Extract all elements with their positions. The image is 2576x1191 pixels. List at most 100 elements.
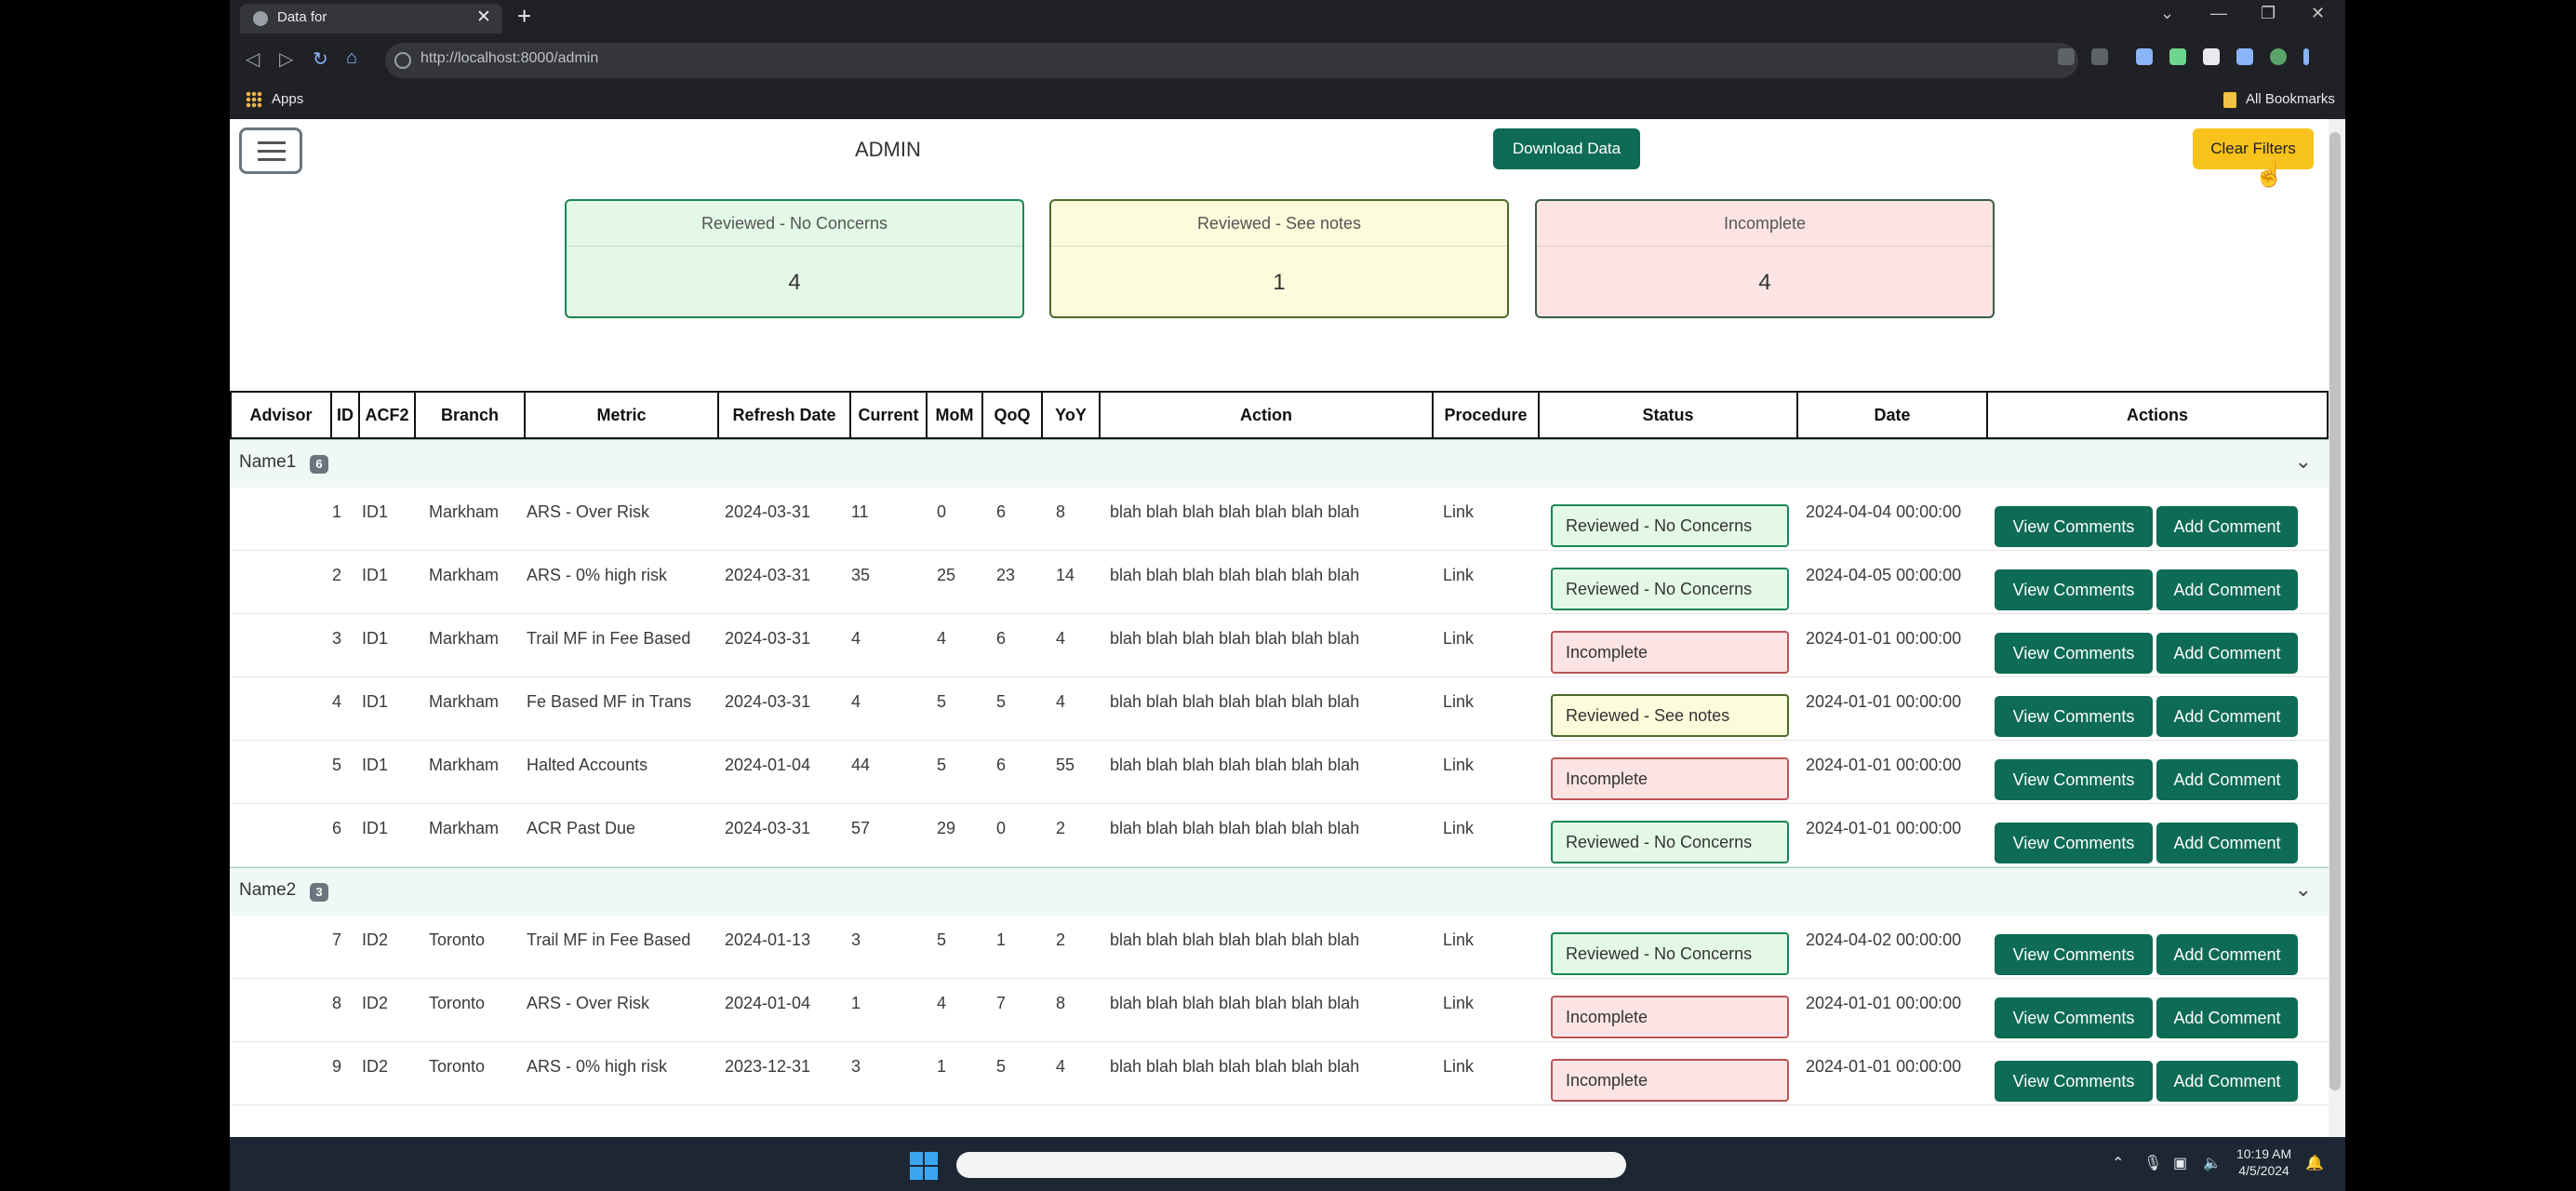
column-header[interactable]: Status <box>1538 391 1798 439</box>
cell-current: 3 <box>851 930 861 949</box>
minimize-icon[interactable]: — <box>2210 4 2227 23</box>
extension-icon[interactable] <box>2136 48 2153 65</box>
cell-procedure[interactable]: Link <box>1443 930 1474 950</box>
column-header[interactable]: ACF2 <box>358 391 416 439</box>
windows-start-icon[interactable] <box>910 1152 938 1180</box>
view-comments-button[interactable]: View Comments <box>1995 633 2153 674</box>
status-select[interactable]: Reviewed - No Concerns <box>1551 504 1789 547</box>
column-header[interactable]: Metric <box>524 391 719 439</box>
view-comments-button[interactable]: View Comments <box>1995 823 2153 863</box>
chevron-down-icon[interactable]: ⌄ <box>2295 877 2312 902</box>
cell-procedure[interactable]: Link <box>1443 629 1474 649</box>
taskbar-clock[interactable]: 10:19 AM 4/5/2024 <box>2236 1145 2291 1179</box>
microphone-icon[interactable]: 🎙 <box>2143 1154 2162 1172</box>
volume-icon[interactable]: 🔈 <box>2203 1154 2222 1172</box>
download-data-button[interactable]: Download Data <box>1493 128 1640 169</box>
cell-metric: Halted Accounts <box>527 756 648 774</box>
group-header[interactable]: Name1 6 ⌄ <box>230 439 2329 488</box>
tray-chevron-icon[interactable]: ⌃ <box>2112 1154 2124 1172</box>
column-header[interactable]: Procedure <box>1432 391 1540 439</box>
column-header[interactable]: Date <box>1796 391 1988 439</box>
cell-procedure[interactable]: Link <box>1443 692 1474 712</box>
download-icon[interactable] <box>2203 48 2220 65</box>
cell-procedure[interactable]: Link <box>1443 756 1474 775</box>
apps-bookmark[interactable]: Apps <box>272 91 303 107</box>
add-comment-button[interactable]: Add Comment <box>2156 997 2298 1038</box>
view-comments-button[interactable]: View Comments <box>1995 1061 2153 1102</box>
apps-grid-icon[interactable] <box>246 91 262 108</box>
close-window-icon[interactable]: ✕ <box>2311 4 2325 23</box>
status-select[interactable]: Incomplete <box>1551 757 1789 800</box>
column-header[interactable]: Refresh Date <box>717 391 851 439</box>
browser-tab[interactable]: Data for ✕ <box>240 4 502 33</box>
back-icon[interactable]: ◁ <box>246 47 260 71</box>
status-select[interactable]: Incomplete <box>1551 996 1789 1038</box>
column-header[interactable]: Action <box>1099 391 1434 439</box>
cell-procedure[interactable]: Link <box>1443 1057 1474 1077</box>
column-header[interactable]: MoM <box>926 391 983 439</box>
view-comments-button[interactable]: View Comments <box>1995 934 2153 975</box>
column-header[interactable]: Actions <box>1986 391 2329 439</box>
sidepanel-icon[interactable] <box>2236 48 2253 65</box>
add-comment-button[interactable]: Add Comment <box>2156 633 2298 674</box>
chevron-down-icon[interactable]: ⌄ <box>2295 449 2312 474</box>
status-select[interactable]: Reviewed - No Concerns <box>1551 821 1789 863</box>
column-header[interactable]: Branch <box>414 391 526 439</box>
add-comment-button[interactable]: Add Comment <box>2156 696 2298 737</box>
add-comment-button[interactable]: Add Comment <box>2156 569 2298 610</box>
network-icon[interactable]: ▣ <box>2173 1154 2187 1172</box>
scrollbar-thumb[interactable] <box>2329 132 2341 1091</box>
column-header[interactable]: Advisor <box>230 391 332 439</box>
view-comments-button[interactable]: View Comments <box>1995 506 2153 547</box>
view-comments-button[interactable]: View Comments <box>1995 997 2153 1038</box>
clear-filters-button[interactable]: Clear Filters <box>2193 128 2314 169</box>
menu-kebab-icon[interactable] <box>2303 48 2309 65</box>
new-tab-icon[interactable]: + <box>517 2 531 31</box>
forward-icon[interactable]: ▷ <box>279 47 293 71</box>
home-icon[interactable]: ⌂ <box>346 47 357 69</box>
cell-procedure[interactable]: Link <box>1443 566 1474 585</box>
cell-procedure[interactable]: Link <box>1443 502 1474 522</box>
restore-icon[interactable]: ❐ <box>2261 4 2276 23</box>
view-comments-button[interactable]: View Comments <box>1995 696 2153 737</box>
cell-procedure[interactable]: Link <box>1443 819 1474 838</box>
notification-bell-icon[interactable]: 🔔 <box>2305 1154 2324 1172</box>
add-comment-button[interactable]: Add Comment <box>2156 759 2298 800</box>
add-comment-button[interactable]: Add Comment <box>2156 823 2298 863</box>
tab-search-icon[interactable]: ⌄ <box>2160 4 2174 23</box>
close-tab-icon[interactable]: ✕ <box>476 7 491 28</box>
bookmark-star-icon[interactable] <box>2091 48 2108 65</box>
column-header[interactable]: Current <box>849 391 928 439</box>
add-comment-button[interactable]: Add Comment <box>2156 506 2298 547</box>
status-select[interactable]: Reviewed - See notes <box>1551 694 1789 737</box>
all-bookmarks[interactable]: All Bookmarks <box>2246 91 2335 107</box>
share-icon[interactable] <box>2058 48 2075 65</box>
status-select[interactable]: Reviewed - No Concerns <box>1551 568 1789 610</box>
status-select[interactable]: Incomplete <box>1551 631 1789 674</box>
url-text[interactable]: http://localhost:8000/admin <box>420 50 598 67</box>
menu-toggle-button[interactable] <box>239 127 302 174</box>
status-select[interactable]: Reviewed - No Concerns <box>1551 932 1789 975</box>
site-info-icon[interactable] <box>394 52 411 69</box>
profile-avatar[interactable] <box>2270 48 2287 65</box>
group-header[interactable]: Name2 3 ⌄ <box>230 867 2329 916</box>
column-header[interactable]: QoQ <box>981 391 1043 439</box>
summary-card-see-notes[interactable]: Reviewed - See notes 1 <box>1049 199 1509 318</box>
taskbar-search[interactable] <box>956 1152 1626 1178</box>
summary-card-no-concerns[interactable]: Reviewed - No Concerns 4 <box>565 199 1024 318</box>
cell-procedure[interactable]: Link <box>1443 994 1474 1013</box>
labs-icon[interactable] <box>2169 48 2186 65</box>
view-comments-button[interactable]: View Comments <box>1995 569 2153 610</box>
add-comment-button[interactable]: Add Comment <box>2156 934 2298 975</box>
column-header[interactable]: ID <box>330 391 360 439</box>
address-bar[interactable] <box>385 43 2078 78</box>
cell-mom: 5 <box>937 756 947 774</box>
add-comment-button[interactable]: Add Comment <box>2156 1061 2298 1102</box>
cell-qoq: 6 <box>996 502 1007 521</box>
globe-icon <box>253 11 268 26</box>
status-select[interactable]: Incomplete <box>1551 1059 1789 1102</box>
column-header[interactable]: YoY <box>1041 391 1101 439</box>
reload-icon[interactable]: ↻ <box>313 47 328 71</box>
view-comments-button[interactable]: View Comments <box>1995 759 2153 800</box>
summary-card-incomplete[interactable]: Incomplete 4 <box>1535 199 1995 318</box>
